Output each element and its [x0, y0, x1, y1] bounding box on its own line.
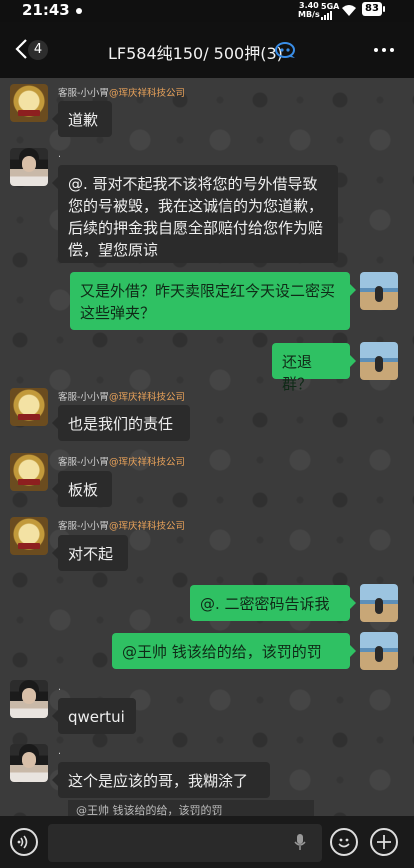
- net-speed: 3.40 MB/s: [298, 1, 320, 19]
- voice-button[interactable]: [10, 828, 38, 856]
- signal-icon: [321, 11, 332, 20]
- status-bar: 21:43 3.40 MB/s 5GA 83: [0, 0, 414, 22]
- avatar-shop[interactable]: [10, 84, 48, 122]
- unread-count-badge[interactable]: 4: [28, 40, 48, 60]
- message-bubble[interactable]: 这个是应该的哥，我糊涂了: [52, 762, 270, 798]
- emoji-button[interactable]: [330, 828, 358, 856]
- sender-name: .: [58, 682, 62, 693]
- sender-name: 客服-小小胃@珲庆祥科技公司: [58, 88, 185, 99]
- sender-name: 客服-小小胃@珲庆祥科技公司: [58, 457, 185, 468]
- message-bubble[interactable]: @王帅 钱该给的给，该罚的罚: [112, 633, 356, 669]
- message-bubble[interactable]: 又是外借？昨天卖限定红今天设二密买这些弹夹？: [70, 272, 356, 330]
- more-icon[interactable]: [372, 40, 396, 60]
- mic-icon[interactable]: [294, 833, 306, 851]
- voice-icon: [17, 835, 28, 849]
- avatar-user[interactable]: [10, 680, 48, 718]
- message-bubble[interactable]: 也是我们的责任: [52, 405, 190, 441]
- notification-dot-icon: [76, 8, 82, 14]
- status-time: 21:43: [22, 1, 70, 19]
- avatar-shop[interactable]: [10, 517, 48, 555]
- message-bubble[interactable]: @. 哥对不起我不该将您的号外借导致您的号被毁，我在这诚信的为您道歉，后续的押金…: [52, 165, 338, 263]
- avatar-user[interactable]: [10, 148, 48, 186]
- message-bubble[interactable]: 板板: [52, 471, 112, 507]
- network-type: 5GA: [321, 2, 340, 11]
- sender-name: 客服-小小胃@珲庆祥科技公司: [58, 521, 185, 532]
- message-input[interactable]: [48, 824, 322, 862]
- message-bubble[interactable]: 还退群？: [272, 343, 356, 393]
- plus-button[interactable]: [370, 828, 398, 856]
- robot-icon[interactable]: [274, 41, 296, 59]
- wifi-icon: [342, 5, 356, 16]
- emoji-icon: [338, 838, 350, 848]
- sender-name: .: [58, 149, 62, 160]
- sender-name: .: [58, 746, 62, 757]
- avatar-shop[interactable]: [10, 453, 48, 491]
- message-bubble[interactable]: 道歉: [52, 101, 112, 137]
- message-bubble[interactable]: 对不起: [52, 535, 128, 571]
- avatar-me[interactable]: [360, 632, 398, 670]
- chat-title: LF584纯150/ 500押(3): [108, 44, 283, 63]
- avatar-shop[interactable]: [10, 388, 48, 426]
- avatar-me[interactable]: [360, 584, 398, 622]
- input-bar: [0, 816, 414, 868]
- message-bubble[interactable]: qwertui: [52, 698, 136, 734]
- avatar-me[interactable]: [360, 272, 398, 310]
- chat-header: 4 LF584纯150/ 500押(3): [0, 22, 414, 78]
- plus-icon: [377, 835, 391, 849]
- avatar-user[interactable]: [10, 744, 48, 782]
- battery-indicator: 83: [362, 2, 385, 16]
- avatar-me[interactable]: [360, 342, 398, 380]
- sender-name: 客服-小小胃@珲庆祥科技公司: [58, 392, 185, 403]
- message-bubble[interactable]: @. 二密密码告诉我: [190, 585, 356, 621]
